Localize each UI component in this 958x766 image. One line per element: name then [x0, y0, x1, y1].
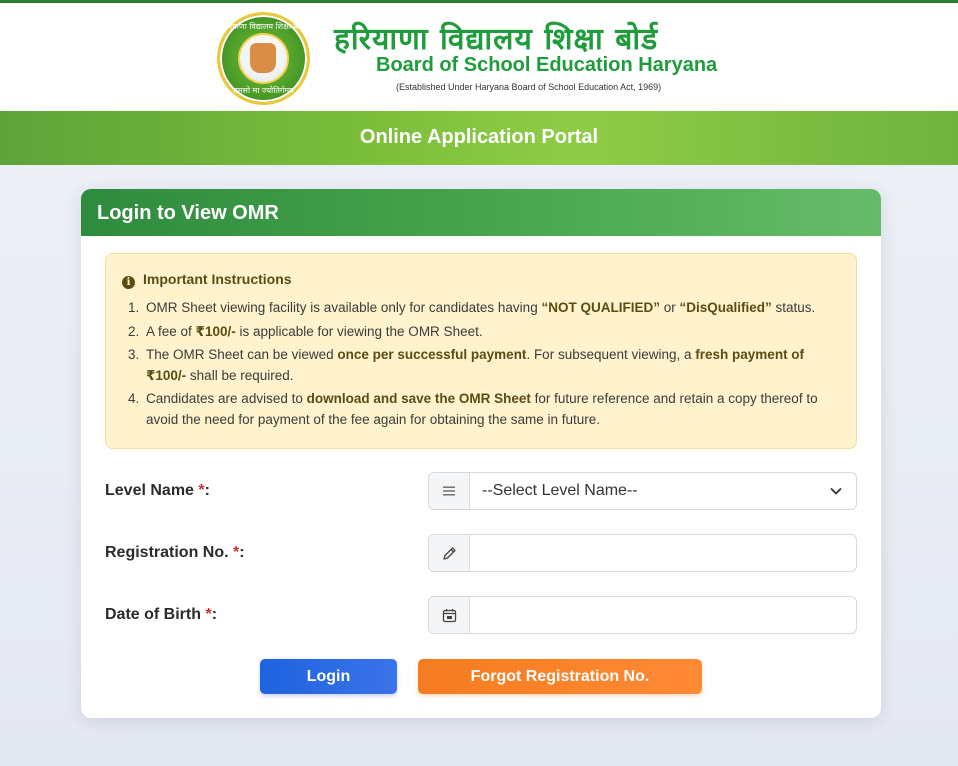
instructions-alert: i Important Instructions 1. OMR Sheet vie…	[105, 253, 857, 449]
instruction-number: 3.	[128, 347, 140, 362]
instruction-number: 2.	[128, 323, 140, 339]
instruction-item: 4. Candidates are advised to download an…	[128, 389, 836, 430]
board-subtitle: (Established Under Haryana Board of Scho…	[396, 82, 662, 92]
logo-hand-icon	[250, 43, 276, 73]
login-card: Login to View OMR i Important Instruction…	[81, 189, 881, 718]
calendar-icon	[442, 609, 457, 623]
dob-input-group[interactable]	[428, 596, 857, 634]
site-header: हरियाणा विद्यालय शिक्षा बोर्ड तमसो मा ज्…	[0, 3, 958, 111]
chevron-down-icon[interactable]	[830, 487, 842, 495]
login-button[interactable]: Login	[260, 659, 397, 694]
forgot-registration-button[interactable]: Forgot Registration No.	[418, 659, 702, 694]
registration-input[interactable]	[471, 535, 856, 571]
card-title: Login to View OMR	[97, 202, 279, 224]
instruction-text: A fee of ₹100/- is applicable for viewin…	[146, 323, 483, 339]
instructions-title: i Important Instructions	[122, 271, 292, 289]
logo-text-bottom: तमसो मा ज्योतिर्गमय	[233, 86, 294, 95]
list-icon-addon	[429, 473, 470, 509]
list-icon	[443, 486, 455, 496]
instruction-text: The OMR Sheet can be viewed once per suc…	[146, 347, 805, 383]
portal-title-bar: Online Application Portal	[0, 111, 958, 165]
instruction-item: 2. A fee of ₹100/- is applicable for vie…	[128, 322, 836, 343]
pencil-icon-addon	[429, 535, 470, 571]
card-header: Login to View OMR	[81, 189, 881, 236]
instruction-item: 1. OMR Sheet viewing facility is availab…	[128, 298, 836, 319]
level-name-label: Level Name *:	[105, 482, 210, 499]
portal-title: Online Application Portal	[359, 126, 599, 148]
dob-label: Date of Birth *:	[105, 606, 218, 623]
registration-label: Registration No. *:	[105, 544, 245, 561]
board-title-hindi: हरियाणा विद्यालय शिक्षा बोर्ड	[334, 22, 659, 57]
logo-text-top: हरियाणा विद्यालय शिक्षा बोर्ड	[222, 22, 305, 31]
calendar-icon-addon	[429, 597, 470, 633]
instruction-number: 4.	[128, 391, 140, 406]
instruction-text: Candidates are advised to download and s…	[146, 391, 818, 427]
instructions-title-text: Important Instructions	[143, 271, 292, 287]
info-icon: i	[122, 276, 135, 289]
instructions-list: 1. OMR Sheet viewing facility is availab…	[128, 298, 836, 433]
dob-input[interactable]	[471, 597, 856, 633]
board-title-english: Board of School Education Haryana	[376, 54, 718, 76]
instruction-text: OMR Sheet viewing facility is available …	[146, 300, 816, 315]
board-logo: हरियाणा विद्यालय शिक्षा बोर्ड तमसो मा ज्…	[217, 12, 310, 105]
instruction-item: 3. The OMR Sheet can be viewed once per …	[128, 345, 836, 386]
registration-input-group[interactable]	[428, 534, 857, 572]
level-name-selected[interactable]: --Select Level Name--	[471, 473, 856, 509]
level-name-select[interactable]: --Select Level Name--	[428, 472, 857, 510]
pencil-icon	[443, 547, 456, 560]
instruction-number: 1.	[128, 300, 140, 315]
